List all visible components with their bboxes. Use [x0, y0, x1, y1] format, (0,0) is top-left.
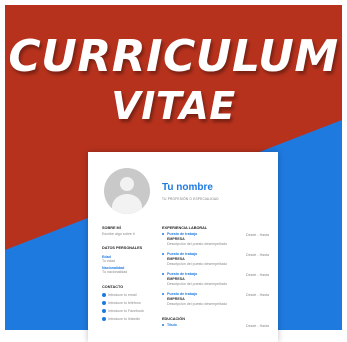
avatar-body-icon [112, 194, 142, 214]
experience-dates: Desde - Hasta [246, 253, 269, 257]
experience-bullet [162, 273, 165, 276]
cv-name: Tu nombre [162, 182, 213, 193]
experience-role: Puesto de trabajo [167, 232, 198, 236]
email-icon [102, 293, 106, 297]
experience-dates: Desde - Hasta [246, 233, 269, 237]
experience-bullet [162, 253, 165, 256]
personal-title: DATOS PERSONALES [102, 246, 143, 250]
experience-desc: Descripción del puesto desempeñado [167, 282, 228, 286]
cv-profession: TU PROFESIÓN O ESPECIALIDAD [162, 197, 219, 201]
contact-title: CONTACTO [102, 285, 124, 289]
linkedin-icon [102, 317, 106, 321]
experience-desc: Descripción del puesto desempeñado [167, 302, 228, 306]
experience-role: Puesto de trabajo [167, 272, 198, 276]
avatar [104, 168, 150, 214]
cv-document: Tu nombre TU PROFESIÓN O ESPECIALIDAD SO… [88, 152, 278, 342]
education-bullet [162, 324, 165, 327]
education-dates: Desde - Hasta [246, 324, 269, 328]
experience-company: EMPRESA [167, 277, 185, 281]
contact-email: Introduce tu email [108, 293, 137, 297]
experience-dates: Desde - Hasta [246, 273, 269, 277]
contact-facebook: Introduce tu Facebook [108, 309, 144, 313]
avatar-head-icon [120, 177, 134, 191]
contact-phone: Introduce tu teléfono [108, 301, 141, 305]
experience-desc: Descripción del puesto desempeñado [167, 242, 228, 246]
experience-company: EMPRESA [167, 237, 185, 241]
education-title: EDUCACIÓN [162, 317, 185, 321]
phone-icon [102, 301, 106, 305]
facebook-icon [102, 309, 106, 313]
experience-dates: Desde - Hasta [246, 293, 269, 297]
experience-company: EMPRESA [167, 257, 185, 261]
experience-bullet [162, 293, 165, 296]
about-text: Escribe algo sobre ti [102, 232, 135, 236]
age-value: Tu edad [102, 259, 116, 263]
education-role: Título [167, 323, 177, 327]
experience-bullet [162, 233, 165, 236]
experience-role: Puesto de trabajo [167, 292, 198, 296]
about-title: SOBRE MÍ [102, 226, 121, 230]
headline-line-1: CURRICULUM [8, 31, 339, 82]
experience-desc: Descripción del puesto desempeñado [167, 262, 228, 266]
headline-line-2: VITAE [111, 84, 236, 128]
nationality-value: Tu nacionalidad [102, 270, 128, 274]
experience-title: EXPERIENCIA LABORAL [162, 226, 208, 230]
contact-linkedin: Introduce tu linkedin [108, 317, 141, 321]
experience-role: Puesto de trabajo [167, 252, 198, 256]
experience-company: EMPRESA [167, 297, 185, 301]
